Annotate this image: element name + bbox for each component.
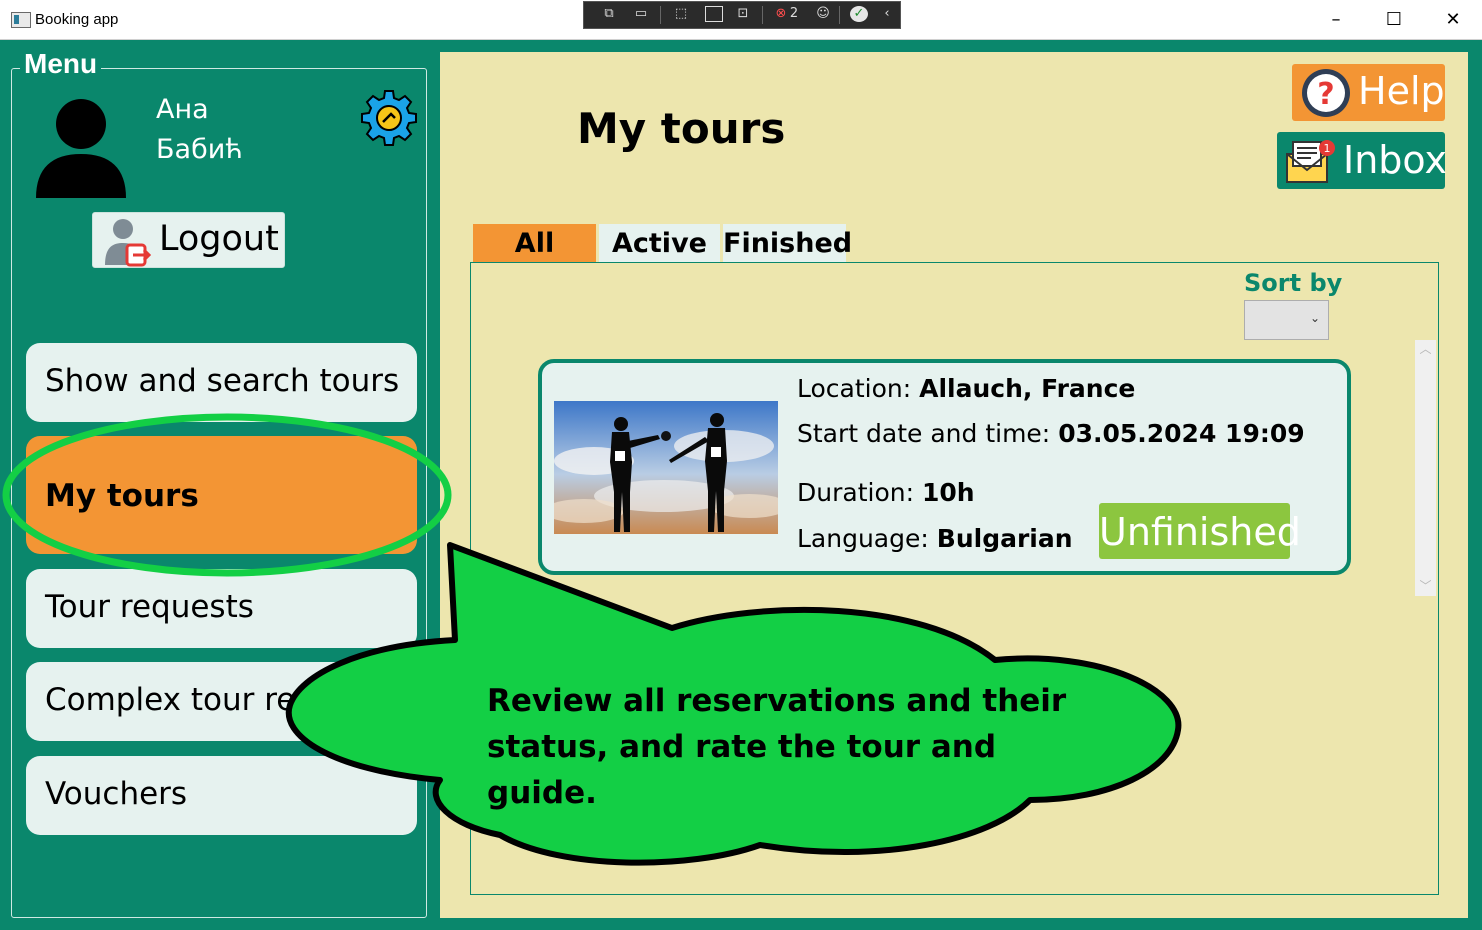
- callout-line-1: Review all reservations and their: [487, 683, 1067, 719]
- callout-text: Review all reservations and their status…: [487, 678, 1107, 816]
- highlight-ellipse: [2, 413, 452, 577]
- callout-line-2: status, and rate the tour and guide.: [487, 729, 997, 811]
